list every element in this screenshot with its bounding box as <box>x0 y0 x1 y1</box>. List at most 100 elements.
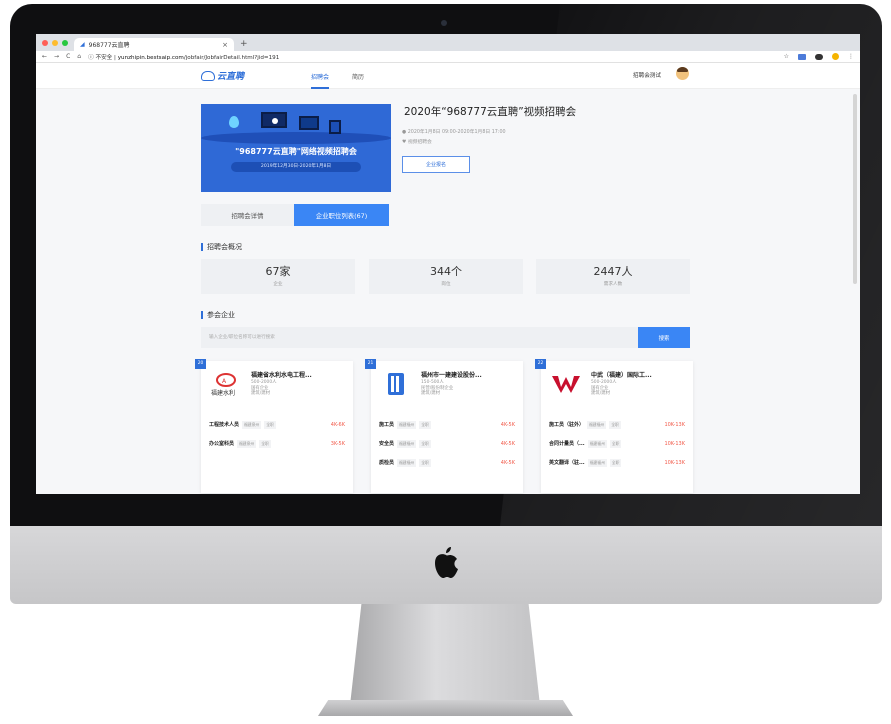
rank-badge: 21 <box>365 359 376 369</box>
job-title: 英文翻译（驻... <box>549 460 585 466</box>
rank-badge: 20 <box>195 359 206 369</box>
svg-text:A: A <box>222 378 227 385</box>
stat-value: 2447人 <box>593 265 633 278</box>
company-card[interactable]: 20 A 福建水利 福建省水利水电工程... 500-2000人 国有企业 建筑… <box>195 359 353 493</box>
job-location-tag: 福建福州 <box>397 420 417 429</box>
job-salary: 4K-5K <box>500 421 515 428</box>
job-location-tag: 福建福州 <box>587 420 607 429</box>
job-type-tag: 全职 <box>419 439 431 448</box>
event-time: ● 2020年1月8日 09:00-2020年1月8日 17:00 <box>402 128 506 135</box>
clock-icon: ● <box>402 130 407 135</box>
extension-icon[interactable] <box>815 53 823 60</box>
job-location-tag: 福建福州 <box>397 439 417 448</box>
job-title: 质检员 <box>379 460 395 466</box>
nav-item-jobfair[interactable]: 招聘会 <box>311 72 329 81</box>
company-card[interactable]: 21 福州市一建建设股份... 150-500人 民营/股份制企业 建筑/建材 … <box>365 359 523 493</box>
company-card[interactable]: 22 中武（福建）国际工... 500-2000人 国有企业 建筑/建材 施工员… <box>535 359 693 493</box>
search-input[interactable]: 输入企业/职位名称可以进行搜索 <box>201 327 638 348</box>
job-row[interactable]: 工程技术人员 福建泉州 全职 4K-6K <box>201 415 353 434</box>
companies-title: 参会企业 <box>201 310 235 320</box>
close-window-button[interactable] <box>42 40 48 46</box>
stat-companies: 67家 企业 <box>201 259 355 294</box>
tab-close-button[interactable]: × <box>222 41 228 49</box>
menu-kebab-icon[interactable]: ⋮ <box>848 53 854 60</box>
job-list: 施工员 福建福州 全职 4K-5K 安全员 福建福州 全职 4K-5K 质检员 … <box>371 415 523 472</box>
job-row[interactable]: 办公室科员 福建泉州 全职 3K-5K <box>201 434 353 453</box>
job-location-tag: 福建泉州 <box>242 420 262 429</box>
laptop-icon <box>299 116 319 130</box>
search-button[interactable]: 搜索 <box>638 327 690 348</box>
company-name: 福建省水利水电工程... <box>251 372 312 379</box>
job-row[interactable]: 合同计量员（... 福建福州 全职 10K-13K <box>541 434 693 453</box>
company-logo-icon <box>552 376 580 393</box>
job-row[interactable]: 安全员 福建福州 全职 4K-5K <box>371 434 523 453</box>
event-location-text: 视频招聘会 <box>407 140 432 145</box>
company-meta: 500-2000人 国有企业 建筑/建材 <box>591 380 617 397</box>
tab-event-details[interactable]: 招聘会详情 <box>201 204 294 226</box>
rank-badge: 22 <box>535 359 546 369</box>
stat-value: 67家 <box>265 265 291 278</box>
job-type-tag: 全职 <box>609 439 622 448</box>
logo-text: 云直聘 <box>217 72 245 82</box>
job-type-tag: 全职 <box>609 458 622 467</box>
tab-company-jobs[interactable]: 企业职位列表(67) <box>294 204 389 226</box>
bookmark-star-icon[interactable]: ☆ <box>784 53 789 60</box>
job-title: 工程技术人员 <box>209 422 240 428</box>
stat-positions: 344个 岗位 <box>369 259 523 294</box>
page-scrollbar[interactable] <box>853 94 857 284</box>
job-location-tag: 福建泉州 <box>237 439 257 448</box>
job-location-tag: 福建福州 <box>587 439 607 448</box>
company-industry: 建筑/建材 <box>591 391 611 397</box>
browser-tab[interactable]: ◢ 968777云直聘 × <box>74 38 234 51</box>
forward-icon[interactable]: → <box>54 53 59 60</box>
job-title: 办公室科员 <box>209 441 235 447</box>
user-name[interactable]: 招聘会测试 <box>633 71 661 79</box>
stat-headcount: 2447人 需求人数 <box>536 259 690 294</box>
company-logo-icon: A 福建水利 <box>211 373 236 397</box>
company-meta: 150-500人 民营/股份制企业 建筑/建材 <box>421 380 453 397</box>
job-title: 安全员 <box>379 441 395 447</box>
address-bar: ← → C ⌂ ⓘ 不安全 | yunzhipin.bestsaip.com/j… <box>36 51 860 63</box>
back-icon[interactable]: ← <box>42 53 47 60</box>
job-row[interactable]: 英文翻译（驻... 福建福州 全职 10K-13K <box>541 453 693 472</box>
browser-tabbar: ◢ 968777云直聘 × + <box>36 34 860 51</box>
job-salary: 10K-13K <box>664 459 685 466</box>
home-icon[interactable]: ⌂ <box>77 53 81 60</box>
job-location-tag: 福建福州 <box>397 458 417 467</box>
new-tab-button[interactable]: + <box>240 39 248 51</box>
site-header: 云直聘 招聘会 简历 招聘会测试 <box>36 63 860 89</box>
signup-button[interactable]: 企业报名 <box>402 156 470 173</box>
svg-text:福建水利: 福建水利 <box>211 389 235 397</box>
job-type-tag: 全职 <box>419 420 431 429</box>
job-type-tag: 全职 <box>419 458 431 467</box>
minimize-window-button[interactable] <box>52 40 58 46</box>
site-logo[interactable]: 云直聘 <box>201 69 244 82</box>
job-salary: 10K-13K <box>664 421 685 428</box>
reload-icon[interactable]: C <box>66 53 70 60</box>
job-row[interactable]: 质检员 福建福州 全职 4K-5K <box>371 453 523 472</box>
job-location-tag: 福建福州 <box>587 458 607 467</box>
tab-title: 968777云直聘 <box>88 42 130 49</box>
detail-tabs: 招聘会详情 企业职位列表(67) <box>201 204 389 226</box>
avatar[interactable] <box>676 67 689 80</box>
banner-title: "968777云直聘"网络视频招聘会 <box>235 147 357 156</box>
banner-date: 2019年12月30日-2020年1月8日 <box>231 162 361 172</box>
extension-icon[interactable] <box>798 53 806 60</box>
company-industry: 建筑/建材 <box>421 391 441 397</box>
tablet-icon <box>329 120 341 134</box>
camera-icon <box>441 20 447 26</box>
monitor-play-icon <box>261 112 287 128</box>
company-size: 500-2000人 <box>251 380 277 385</box>
maximize-window-button[interactable] <box>62 40 68 46</box>
apple-logo-icon <box>435 547 458 578</box>
job-type-tag: 全职 <box>259 439 271 448</box>
job-row[interactable]: 施工员 福建福州 全职 4K-5K <box>371 415 523 434</box>
url-field[interactable]: ⓘ 不安全 | yunzhipin.bestsaip.com/jobfair/J… <box>88 53 279 61</box>
security-label: 不安全 <box>95 54 113 61</box>
overview-title: 招聘会概况 <box>201 242 242 252</box>
monitor-stand-base <box>318 700 573 716</box>
profile-icon[interactable] <box>832 53 839 60</box>
stat-value: 344个 <box>430 265 462 278</box>
job-row[interactable]: 施工员（驻外） 福建福州 全职 10K-13K <box>541 415 693 434</box>
nav-item-resume[interactable]: 简历 <box>352 72 364 81</box>
